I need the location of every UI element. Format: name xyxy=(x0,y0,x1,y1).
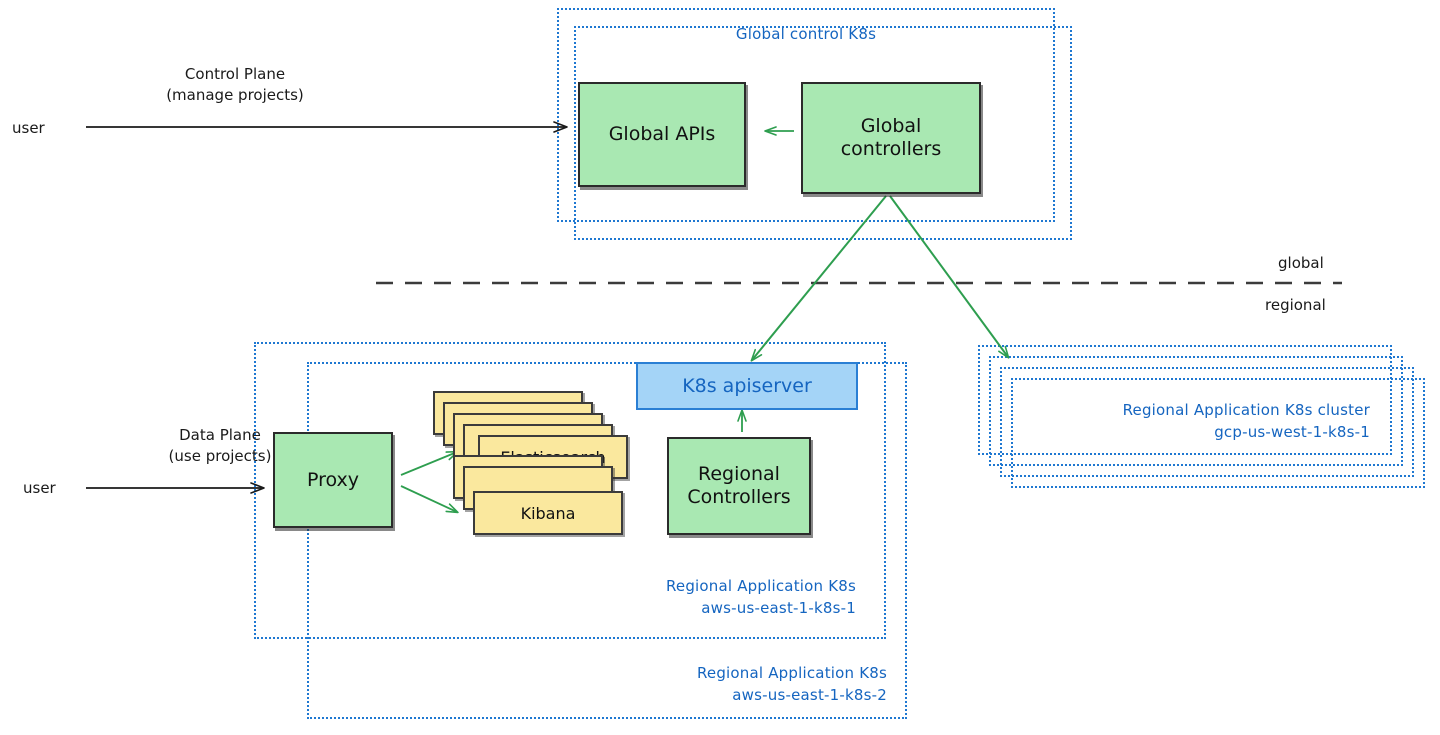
arrow-proxy-to-kibana xyxy=(400,485,459,514)
actor-user-data-plane: user xyxy=(23,479,56,497)
data-plane-flow-label: Data Plane (use projects) xyxy=(168,426,272,465)
divider-label-regional: regional xyxy=(1265,296,1326,314)
node-regional-controllers[interactable]: Regional Controllers xyxy=(667,437,811,535)
workload-card-kibana[interactable]: Kibana xyxy=(473,491,623,535)
node-k8s-apiserver-label: K8s apiserver xyxy=(682,374,812,397)
node-global-controllers[interactable]: Global controllers xyxy=(801,82,981,194)
divider-label-global: global xyxy=(1278,254,1324,272)
node-k8s-apiserver[interactable]: K8s apiserver xyxy=(636,362,858,410)
workload-card-kibana-label: Kibana xyxy=(520,503,576,523)
node-regional-controllers-label: Regional Controllers xyxy=(687,463,791,508)
arrow-controllers-to-gcp-cluster xyxy=(889,195,1010,359)
node-global-apis-label: Global APIs xyxy=(608,123,716,146)
node-global-apis[interactable]: Global APIs xyxy=(578,82,746,187)
arrow-controllers-to-apiserver xyxy=(750,195,887,362)
control-plane-flow-label: Control Plane (manage projects) xyxy=(166,65,304,104)
diagram-canvas: Global control K8s Regional Application … xyxy=(0,0,1440,735)
arrow-proxy-to-elasticsearch xyxy=(400,450,459,476)
node-global-controllers-label: Global controllers xyxy=(840,115,942,160)
actor-user-control-plane: user xyxy=(12,119,45,137)
node-proxy-label: Proxy xyxy=(306,468,360,491)
